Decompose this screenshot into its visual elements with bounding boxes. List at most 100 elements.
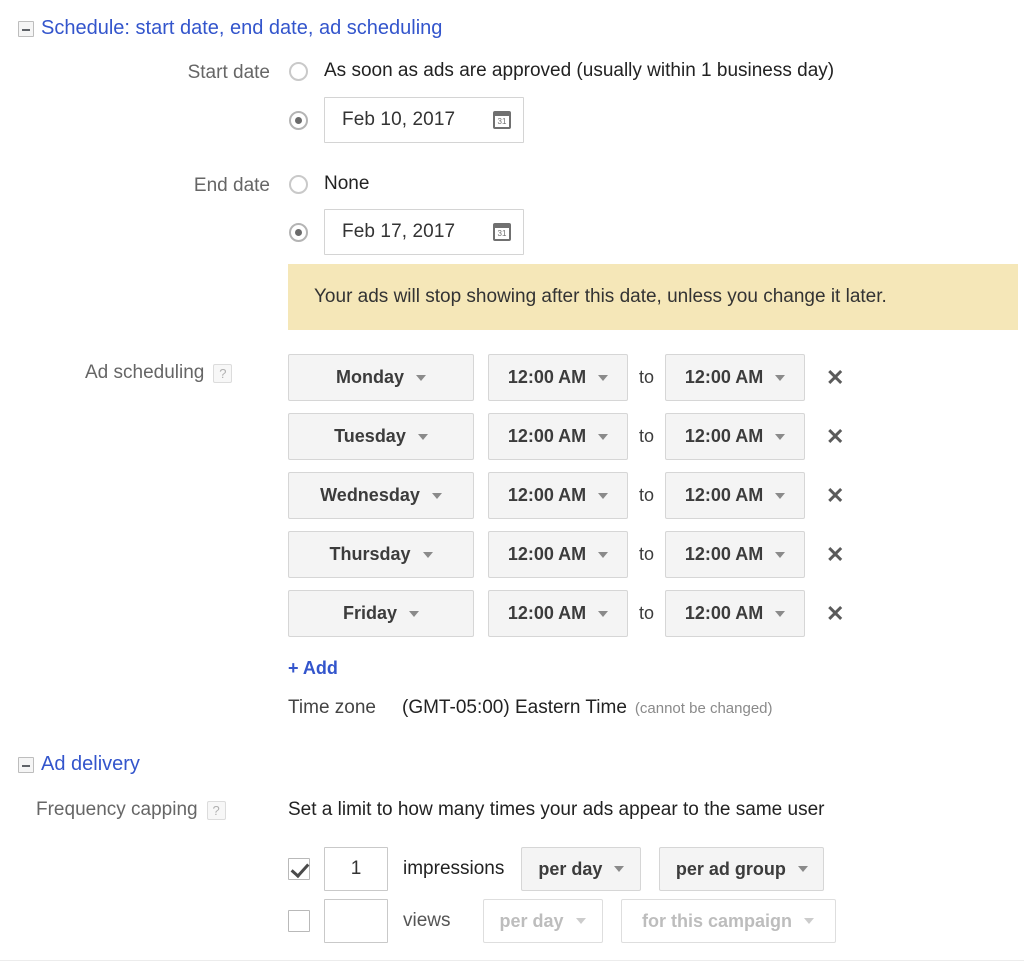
start-date-input[interactable]: Feb 10, 2017 [324,97,524,143]
start-date-asap-row[interactable]: As soon as ads are approved (usually wit… [289,60,834,82]
start-time-select[interactable]: 12:00 AM [488,472,628,519]
calendar-icon[interactable] [493,223,511,241]
end-date-notice: Your ads will stop showing after this da… [288,264,1018,330]
schedule-row: Friday 12:00 AM to 12:00 AM ✕ [288,590,844,637]
chevron-down-icon [417,433,428,440]
end-date-specific-radio[interactable] [289,222,308,242]
schedule-row: Thursday 12:00 AM to 12:00 AM ✕ [288,531,844,578]
chevron-down-icon [775,492,786,499]
schedule-section-title[interactable]: Schedule: start date, end date, ad sched… [41,17,442,40]
start-date-specific-radio[interactable] [289,110,308,130]
frequency-cap-scope-select[interactable]: for this campaign [620,899,836,943]
add-schedule-link[interactable]: + Add [288,658,338,679]
day-select[interactable]: Tuesday [288,413,474,460]
end-time-select[interactable]: 12:00 AM [665,354,806,401]
schedule-row: Wednesday 12:00 AM to 12:00 AM ✕ [288,472,844,519]
day-select[interactable]: Thursday [288,531,474,578]
start-time-select[interactable]: 12:00 AM [488,531,628,578]
chevron-down-icon [598,610,609,617]
chevron-down-icon [409,610,420,617]
end-date-label: End date [193,175,270,196]
start-time-value: 12:00 AM [507,367,587,387]
schedule-row: Tuesday 12:00 AM to 12:00 AM ✕ [288,413,844,460]
start-time-value: 12:00 AM [507,485,587,505]
to-label: to [639,485,655,505]
frequency-cap-row: views per day for this campaign [288,899,836,943]
end-time-value: 12:00 AM [684,603,764,623]
to-label: to [639,544,655,564]
frequency-capping-description: Set a limit to how many times your ads a… [288,799,825,820]
chevron-down-icon [775,610,786,617]
frequency-cap-period-value: per day [499,910,564,931]
start-time-select[interactable]: 12:00 AM [488,413,628,460]
start-time-select[interactable]: 12:00 AM [488,590,628,637]
close-x-icon[interactable]: ✕ [826,602,844,625]
frequency-cap-scope-select[interactable]: per ad group [659,847,825,891]
to-label: to [639,603,655,623]
help-question-icon[interactable]: ? [206,800,226,820]
end-date-none-label: None [324,173,370,194]
close-x-icon[interactable]: ✕ [826,366,844,389]
start-time-value: 12:00 AM [507,603,587,623]
close-x-icon[interactable]: ✕ [826,543,844,566]
collapse-minus-icon[interactable] [18,20,34,37]
day-select-value: Wednesday [320,485,420,505]
chevron-down-icon [598,492,609,499]
end-date-notice-text: Your ads will stop showing after this da… [314,286,887,307]
start-time-value: 12:00 AM [507,544,587,564]
day-select[interactable]: Monday [288,354,474,401]
end-date-specific-row[interactable]: Feb 17, 2017 [289,209,524,255]
frequency-cap-amount-input[interactable]: 1 [324,847,388,891]
timezone-note: (cannot be changed) [634,699,773,717]
calendar-icon[interactable] [493,111,511,129]
chevron-down-icon [431,492,442,499]
end-date-input[interactable]: Feb 17, 2017 [324,209,524,255]
timezone-value: (GMT-05:00) Eastern Time [402,697,627,718]
collapse-minus-icon[interactable] [18,756,34,773]
frequency-cap-period-select[interactable]: per day [482,899,603,943]
end-time-value: 12:00 AM [684,426,764,446]
end-time-select[interactable]: 12:00 AM [665,472,806,519]
chevron-down-icon [575,918,586,924]
close-x-icon[interactable]: ✕ [826,484,844,507]
end-time-select[interactable]: 12:00 AM [665,590,806,637]
frequency-cap-scope-value: for this campaign [642,910,793,931]
start-date-asap-radio[interactable] [289,61,308,81]
start-date-specific-row[interactable]: Feb 10, 2017 [289,97,524,143]
end-time-select[interactable]: 12:00 AM [665,531,806,578]
day-select[interactable]: Friday [288,590,474,637]
chevron-down-icon [614,866,625,872]
frequency-cap-period-value: per day [538,858,603,879]
end-date-none-row[interactable]: None [289,173,369,195]
chevron-down-icon [775,551,786,558]
day-select-value: Friday [342,603,398,623]
chevron-down-icon [598,374,609,381]
ad-delivery-section-title[interactable]: Ad delivery [41,753,140,776]
chevron-down-icon [804,918,815,924]
help-question-icon[interactable]: ? [213,363,233,383]
day-select-value: Tuesday [334,426,406,446]
end-time-value: 12:00 AM [684,367,764,387]
ad-delivery-section-header[interactable]: Ad delivery [18,753,140,776]
end-time-value: 12:00 AM [684,544,764,564]
schedule-row: Monday 12:00 AM to 12:00 AM ✕ [288,354,844,401]
end-date-value: Feb 17, 2017 [342,221,456,242]
end-time-value: 12:00 AM [684,485,764,505]
frequency-cap-checkbox[interactable] [288,858,310,880]
frequency-cap-period-select[interactable]: per day [521,847,642,891]
start-date-value: Feb 10, 2017 [342,109,456,130]
end-date-none-radio[interactable] [289,174,308,194]
ad-scheduling-label: Ad scheduling [85,362,205,383]
schedule-section-header[interactable]: Schedule: start date, end date, ad sched… [18,17,442,40]
close-x-icon[interactable]: ✕ [826,425,844,448]
chevron-down-icon [775,374,786,381]
frequency-cap-scope-value: per ad group [675,858,786,879]
day-select[interactable]: Wednesday [288,472,474,519]
frequency-capping-label-group: Frequency capping ? [36,799,226,821]
start-time-select[interactable]: 12:00 AM [488,354,628,401]
timezone-row: Time zone (GMT-05:00) Eastern Time (cann… [288,697,773,719]
frequency-cap-amount-input[interactable] [324,899,388,943]
end-time-select[interactable]: 12:00 AM [665,413,806,460]
day-select-value: Thursday [329,544,411,564]
frequency-cap-checkbox[interactable] [288,910,310,932]
